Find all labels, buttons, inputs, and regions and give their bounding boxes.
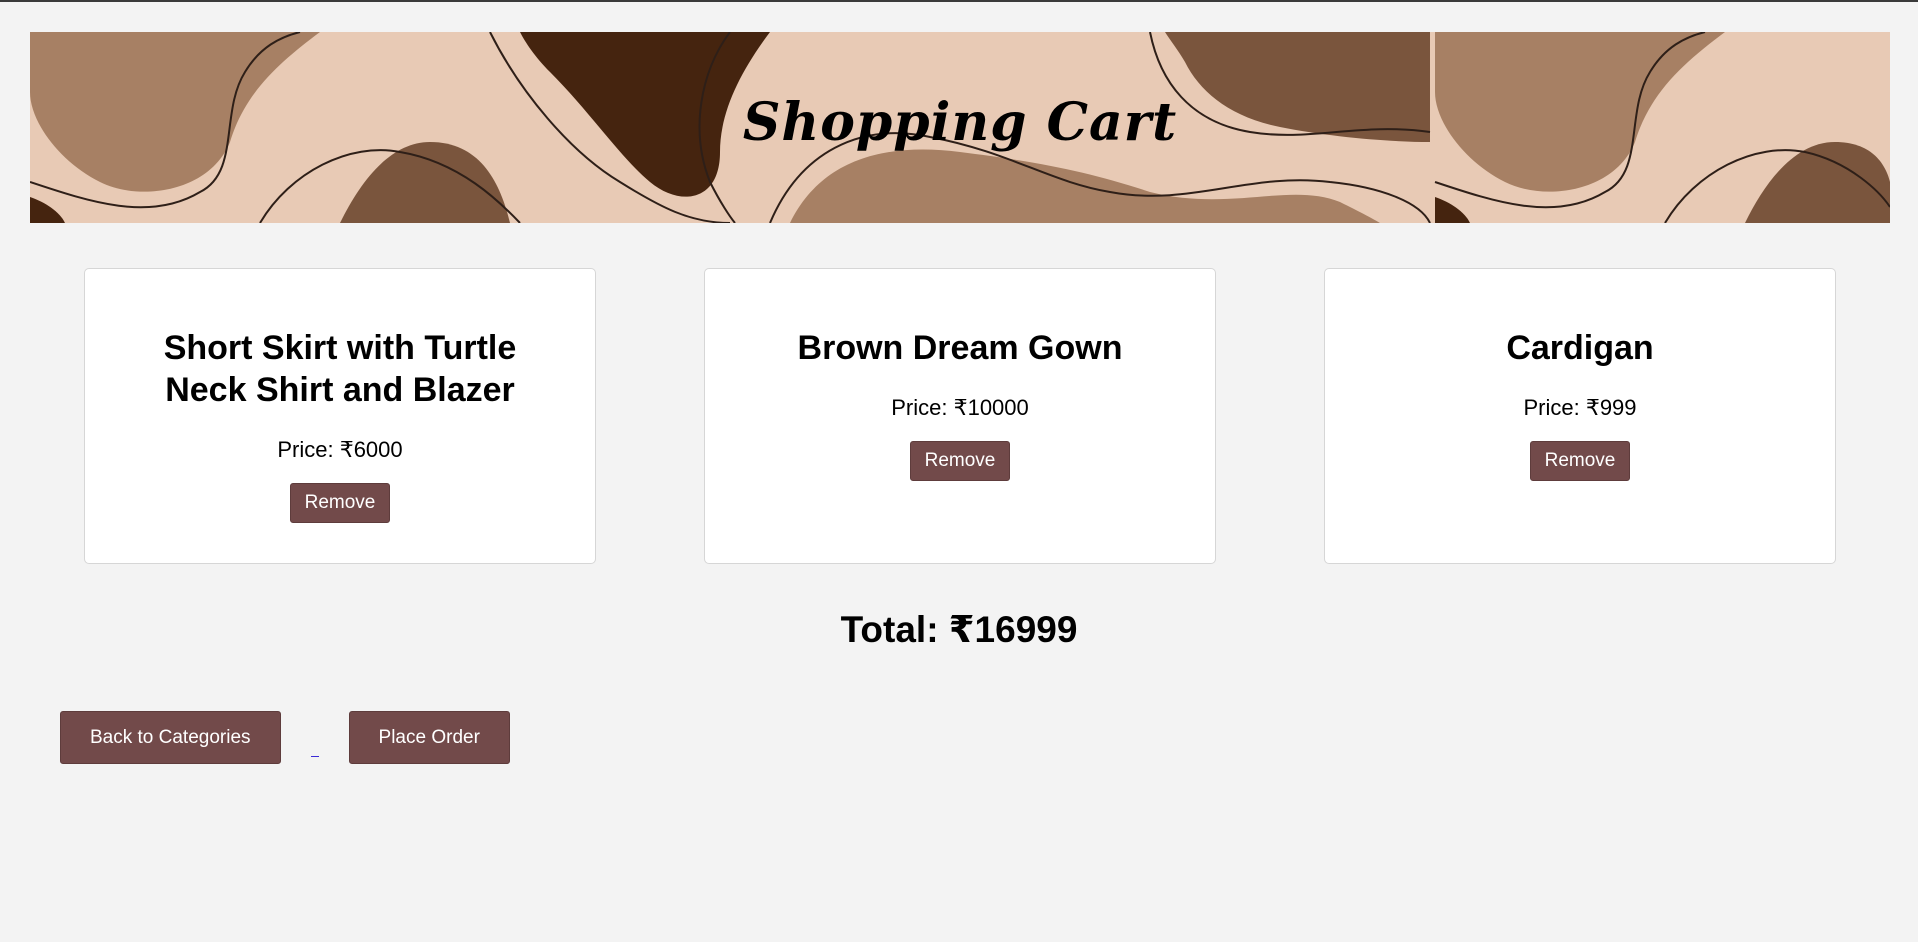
cart-item-card: Cardigan Price: ₹999 Remove bbox=[1324, 268, 1836, 564]
product-price: Price: ₹6000 bbox=[277, 437, 403, 462]
cart-total: Total: ₹16999 bbox=[840, 609, 1078, 650]
place-order-button[interactable]: Place Order bbox=[348, 711, 510, 764]
page-title: Shopping Cart bbox=[742, 92, 1178, 153]
cart-item-card: Brown Dream Gown Price: ₹10000 Remove bbox=[704, 268, 1216, 564]
product-name: Cardigan bbox=[1506, 329, 1654, 367]
product-price: Price: ₹10000 bbox=[891, 395, 1029, 420]
cart-item-card: Short Skirt with Turtle Neck Shirt and B… bbox=[84, 268, 596, 564]
remove-button[interactable]: Remove bbox=[289, 483, 391, 523]
top-border bbox=[0, 0, 1918, 2]
header-banner: Shopping Cart bbox=[30, 32, 1890, 223]
product-name: Short Skirt with Turtle Neck Shirt and B… bbox=[163, 329, 517, 409]
cart-items: Short Skirt with Turtle Neck Shirt and B… bbox=[84, 268, 1836, 564]
product-name: Brown Dream Gown bbox=[797, 329, 1123, 367]
back-to-categories-button[interactable]: Back to Categories bbox=[60, 711, 281, 764]
remove-button[interactable]: Remove bbox=[1529, 441, 1631, 481]
cart-actions: Back to Categories Place Order bbox=[60, 711, 510, 764]
product-price: Price: ₹999 bbox=[1523, 395, 1637, 420]
remove-button[interactable]: Remove bbox=[909, 441, 1011, 481]
empty-link[interactable] bbox=[310, 743, 319, 757]
